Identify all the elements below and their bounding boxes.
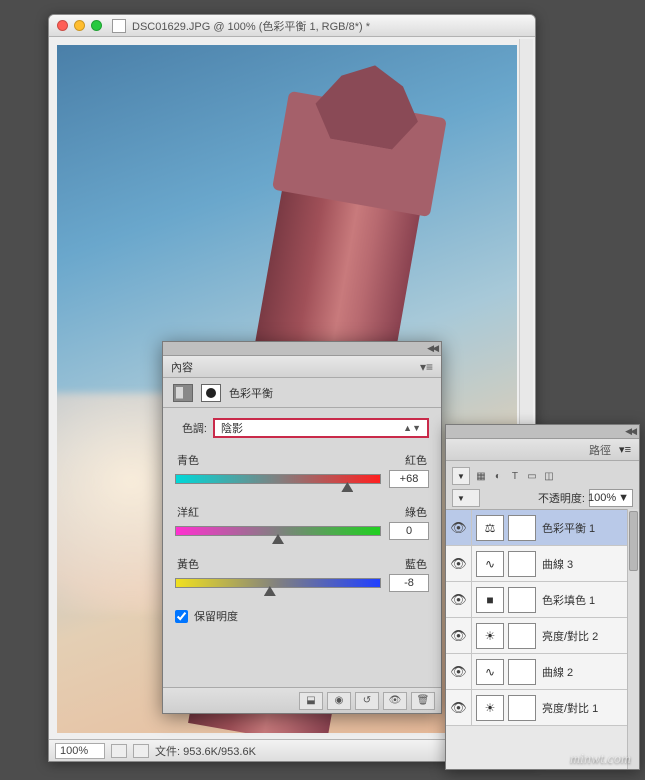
adjustment-thumb-icon[interactable]: ⚖	[476, 515, 504, 541]
zoom-field[interactable]: 100%	[55, 743, 105, 759]
layer-name[interactable]: 色彩平衡 1	[542, 520, 627, 536]
yellow-blue-slider: 黃色 藍色 -8	[175, 556, 429, 592]
magenta-green-value[interactable]: 0	[389, 522, 429, 540]
blend-mode-dropdown[interactable]: ▼	[452, 489, 480, 507]
document-icon	[112, 19, 126, 33]
color-balance-icon[interactable]	[173, 384, 193, 402]
layer-row[interactable]: 👁∿ 曲線 2	[446, 654, 627, 690]
minimize-icon[interactable]	[74, 20, 85, 31]
tab-paths[interactable]: 路徑	[589, 442, 611, 458]
yellow-blue-track[interactable]	[175, 578, 381, 588]
panel-collapse-bar[interactable]: ◀◀	[163, 342, 441, 356]
delete-icon[interactable]: 🗑	[411, 692, 435, 710]
layer-row[interactable]: 👁☀ 亮度/對比 2	[446, 618, 627, 654]
visibility-icon[interactable]: 👁	[446, 690, 472, 725]
panel-footer: ⬓ ◉ ↺ 👁 🗑	[163, 687, 441, 713]
statusbar-icon-1[interactable]	[111, 744, 127, 758]
mask-thumb[interactable]	[508, 623, 536, 649]
magenta-green-track[interactable]	[175, 526, 381, 536]
opacity-field[interactable]: 100%▼	[589, 489, 633, 507]
mask-thumb[interactable]	[508, 659, 536, 685]
layers-tabs: 路徑 ▾≡	[446, 439, 639, 461]
layer-name[interactable]: 亮度/對比 2	[542, 628, 627, 644]
tone-label: 色調:	[175, 420, 207, 436]
layer-name[interactable]: 曲線 2	[542, 664, 627, 680]
layer-list: 👁⚖色彩平衡 1👁∿曲線 3👁■色彩填色 1👁☀亮度/對比 2👁∿曲線 2👁☀亮…	[446, 509, 627, 769]
layers-scrollbar[interactable]	[627, 509, 639, 769]
reset-icon[interactable]: ↺	[355, 692, 379, 710]
titlebar[interactable]: DSC01629.JPG @ 100% (色彩平衡 1, RGB/8*) *	[49, 15, 535, 37]
collapse-icon: ◀◀	[427, 343, 437, 354]
layers-collapse-bar[interactable]: ◀◀	[446, 425, 639, 439]
panel-titlebar[interactable]: 內容 ▾≡	[163, 356, 441, 378]
layer-row[interactable]: 👁■ 色彩填色 1	[446, 582, 627, 618]
visibility-icon[interactable]: 👁	[446, 510, 472, 545]
slider-knob[interactable]	[272, 534, 284, 544]
preserve-luminosity[interactable]: 保留明度	[175, 608, 429, 624]
adjustment-thumb-icon[interactable]: ☀	[476, 623, 504, 649]
watermark: minwt.com	[570, 752, 631, 768]
statusbar-icon-2[interactable]	[133, 744, 149, 758]
tone-value: 陰影	[221, 420, 243, 436]
scrollbar-thumb[interactable]	[629, 511, 638, 571]
cyan-red-track[interactable]	[175, 474, 381, 484]
layer-name[interactable]: 曲線 3	[542, 556, 627, 572]
visibility-icon[interactable]: 👁	[446, 546, 472, 581]
tone-dropdown[interactable]: 陰影 ▲▼	[213, 418, 429, 438]
adjustment-thumb-icon[interactable]: ☀	[476, 695, 504, 721]
slider-knob[interactable]	[341, 482, 353, 492]
toggle-visibility-icon[interactable]: 👁	[383, 692, 407, 710]
visibility-icon[interactable]: 👁	[446, 582, 472, 617]
adjustment-thumb-icon[interactable]: ∿	[476, 551, 504, 577]
traffic-lights	[57, 20, 102, 31]
layers-panel: ◀◀ 路徑 ▾≡ ▼ ▦ ◐ T ▭ ◫ ▼ 不透明度: 100%▼ ▦ ✎ ✥	[445, 424, 640, 770]
collapse-icon: ◀◀	[625, 426, 635, 437]
adjustment-header: 色彩平衡	[163, 378, 441, 408]
panel-menu-icon[interactable]: ▾≡	[619, 443, 631, 456]
window-title: DSC01629.JPG @ 100% (色彩平衡 1, RGB/8*) *	[132, 18, 370, 34]
opacity-label: 不透明度:	[538, 490, 585, 506]
mask-thumb[interactable]	[508, 551, 536, 577]
magenta-green-slider: 洋紅 綠色 0	[175, 504, 429, 540]
cyan-red-slider: 青色 紅色 +68	[175, 452, 429, 488]
dropdown-arrow-icon: ▲▼	[403, 423, 421, 433]
mask-thumb[interactable]	[508, 515, 536, 541]
panel-menu-icon[interactable]: ▾≡	[420, 360, 433, 374]
layer-name[interactable]: 色彩填色 1	[542, 592, 627, 608]
view-previous-icon[interactable]: ◉	[327, 692, 351, 710]
adjustment-thumb-icon[interactable]: ■	[476, 587, 504, 613]
mask-thumb[interactable]	[508, 587, 536, 613]
clip-to-layer-icon[interactable]: ⬓	[299, 692, 323, 710]
properties-panel: ◀◀ 內容 ▾≡ 色彩平衡 色調: 陰影 ▲▼ 青色 紅色 +68	[162, 341, 442, 714]
layer-filter-dropdown[interactable]: ▼	[452, 467, 470, 485]
close-icon[interactable]	[57, 20, 68, 31]
filter-shape-icon[interactable]: ▭	[525, 469, 539, 483]
layer-row[interactable]: 👁∿ 曲線 3	[446, 546, 627, 582]
yellow-blue-value[interactable]: -8	[389, 574, 429, 592]
visibility-icon[interactable]: 👁	[446, 618, 472, 653]
filter-adjust-icon[interactable]: ◐	[491, 469, 505, 483]
preserve-checkbox[interactable]	[175, 610, 188, 623]
mask-thumb[interactable]	[508, 695, 536, 721]
layer-row[interactable]: 👁⚖ 色彩平衡 1	[446, 510, 627, 546]
adjustment-name: 色彩平衡	[229, 385, 273, 401]
visibility-icon[interactable]: 👁	[446, 654, 472, 689]
slider-knob[interactable]	[264, 586, 276, 596]
filter-pixel-icon[interactable]: ▦	[474, 469, 488, 483]
layer-mask-icon[interactable]	[201, 384, 221, 402]
panel-title: 內容	[171, 359, 193, 375]
adjustment-thumb-icon[interactable]: ∿	[476, 659, 504, 685]
zoom-icon[interactable]	[91, 20, 102, 31]
cyan-red-value[interactable]: +68	[389, 470, 429, 488]
layer-row[interactable]: 👁☀ 亮度/對比 1	[446, 690, 627, 726]
layer-name[interactable]: 亮度/對比 1	[542, 700, 627, 716]
filter-type-icon[interactable]: T	[508, 469, 522, 483]
filter-smart-icon[interactable]: ◫	[542, 469, 556, 483]
